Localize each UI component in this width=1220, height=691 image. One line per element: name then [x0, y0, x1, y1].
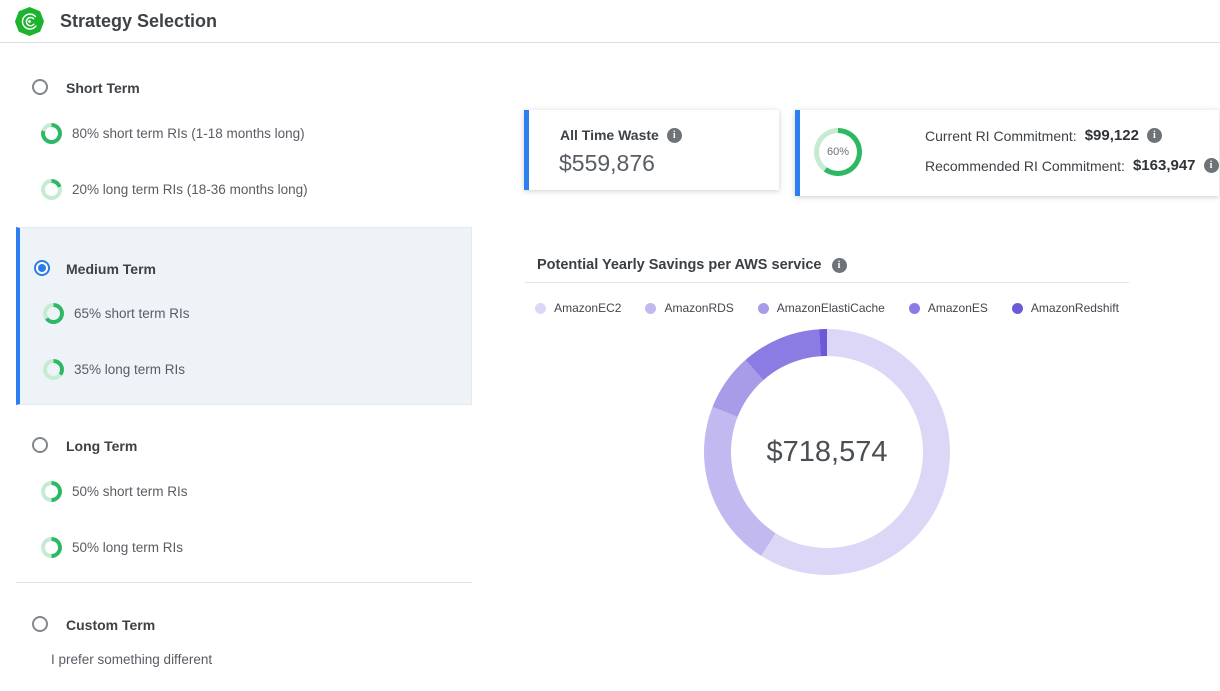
chart-divider — [525, 282, 1129, 283]
long-term-split-row: 50% long term RIs — [41, 537, 183, 558]
radio-long-term[interactable] — [32, 437, 48, 453]
sidebar-item-medium-term[interactable]: Medium Term — [66, 261, 156, 277]
progress-ring-35 — [43, 359, 64, 380]
short-term-split-row: 80% short term RIs (1-18 months long) — [41, 123, 305, 144]
legend-dot — [758, 303, 769, 314]
progress-ring-80 — [41, 123, 62, 144]
legend-dot — [1012, 303, 1023, 314]
split-label: 50% short term RIs — [72, 484, 188, 499]
current-ri-commitment-label: Current RI Commitment: — [925, 128, 1077, 144]
utilization-percent-label: 60% — [827, 146, 849, 158]
savings-donut-chart[interactable]: $718,574 — [704, 329, 950, 575]
current-ri-commitment-row: Current RI Commitment: $99,122 i — [925, 127, 1162, 144]
medium-term-split-row: 65% short term RIs — [43, 303, 190, 324]
split-label: 80% short term RIs (1-18 months long) — [72, 126, 305, 141]
chart-title-row: Potential Yearly Savings per AWS service… — [537, 257, 847, 273]
all-time-waste-value: $559,876 — [559, 150, 655, 177]
all-time-waste-label: All Time Waste — [560, 127, 659, 143]
split-label: 20% long term RIs (18-36 months long) — [72, 182, 308, 197]
progress-ring-20 — [41, 179, 62, 200]
info-icon[interactable]: i — [832, 258, 847, 273]
current-ri-commitment-value: $99,122 — [1085, 127, 1139, 144]
ri-commitment-card: 60% Current RI Commitment: $99,122 i Rec… — [795, 110, 1219, 196]
sidebar-item-long-term[interactable]: Long Term — [66, 438, 137, 454]
short-term-split-row: 20% long term RIs (18-36 months long) — [41, 179, 308, 200]
page-title: Strategy Selection — [60, 0, 217, 42]
radio-custom-term[interactable] — [32, 616, 48, 632]
custom-term-description: I prefer something different — [51, 652, 212, 667]
legend-dot — [535, 303, 546, 314]
progress-ring-50 — [41, 537, 62, 558]
strategy-selection-page: Strategy Selection Short Term 80% short … — [0, 0, 1220, 691]
medium-term-split-row: 35% long term RIs — [43, 359, 185, 380]
recommended-ri-commitment-row: Recommended RI Commitment: $163,947 i — [925, 157, 1219, 174]
radio-medium-term[interactable] — [34, 260, 50, 276]
utilization-ring: 60% — [814, 128, 862, 176]
progress-ring-50 — [41, 481, 62, 502]
chart-title: Potential Yearly Savings per AWS service — [537, 257, 822, 273]
legend-item-amazonredshift[interactable]: AmazonRedshift — [1012, 301, 1119, 315]
legend-item-amazones[interactable]: AmazonES — [909, 301, 988, 315]
progress-ring-65 — [43, 303, 64, 324]
info-icon[interactable]: i — [1204, 158, 1219, 173]
page-header: Strategy Selection — [0, 0, 1220, 43]
recommended-ri-commitment-label: Recommended RI Commitment: — [925, 158, 1125, 174]
cloudability-logo-icon — [15, 7, 44, 36]
donut-center-total: $718,574 — [704, 329, 950, 575]
selected-strategy-panel: Medium Term 65% short term RIs 35% long … — [16, 227, 472, 405]
legend-dot — [645, 303, 656, 314]
sidebar-item-custom-term[interactable]: Custom Term — [66, 617, 155, 633]
sidebar-divider — [16, 582, 472, 583]
all-time-waste-card: All Time Waste i $559,876 — [524, 110, 779, 190]
chart-legend: AmazonEC2 AmazonRDS AmazonElastiCache Am… — [525, 301, 1129, 315]
split-label: 65% short term RIs — [74, 306, 190, 321]
long-term-split-row: 50% short term RIs — [41, 481, 188, 502]
info-icon[interactable]: i — [1147, 128, 1162, 143]
legend-item-amazonelasticache[interactable]: AmazonElastiCache — [758, 301, 885, 315]
legend-dot — [909, 303, 920, 314]
legend-item-amazonec2[interactable]: AmazonEC2 — [535, 301, 621, 315]
split-label: 35% long term RIs — [74, 362, 185, 377]
split-label: 50% long term RIs — [72, 540, 183, 555]
info-icon[interactable]: i — [667, 128, 682, 143]
recommended-ri-commitment-value: $163,947 — [1133, 157, 1196, 174]
legend-item-amazonrds[interactable]: AmazonRDS — [645, 301, 733, 315]
sidebar-item-short-term[interactable]: Short Term — [66, 80, 140, 96]
radio-short-term[interactable] — [32, 79, 48, 95]
